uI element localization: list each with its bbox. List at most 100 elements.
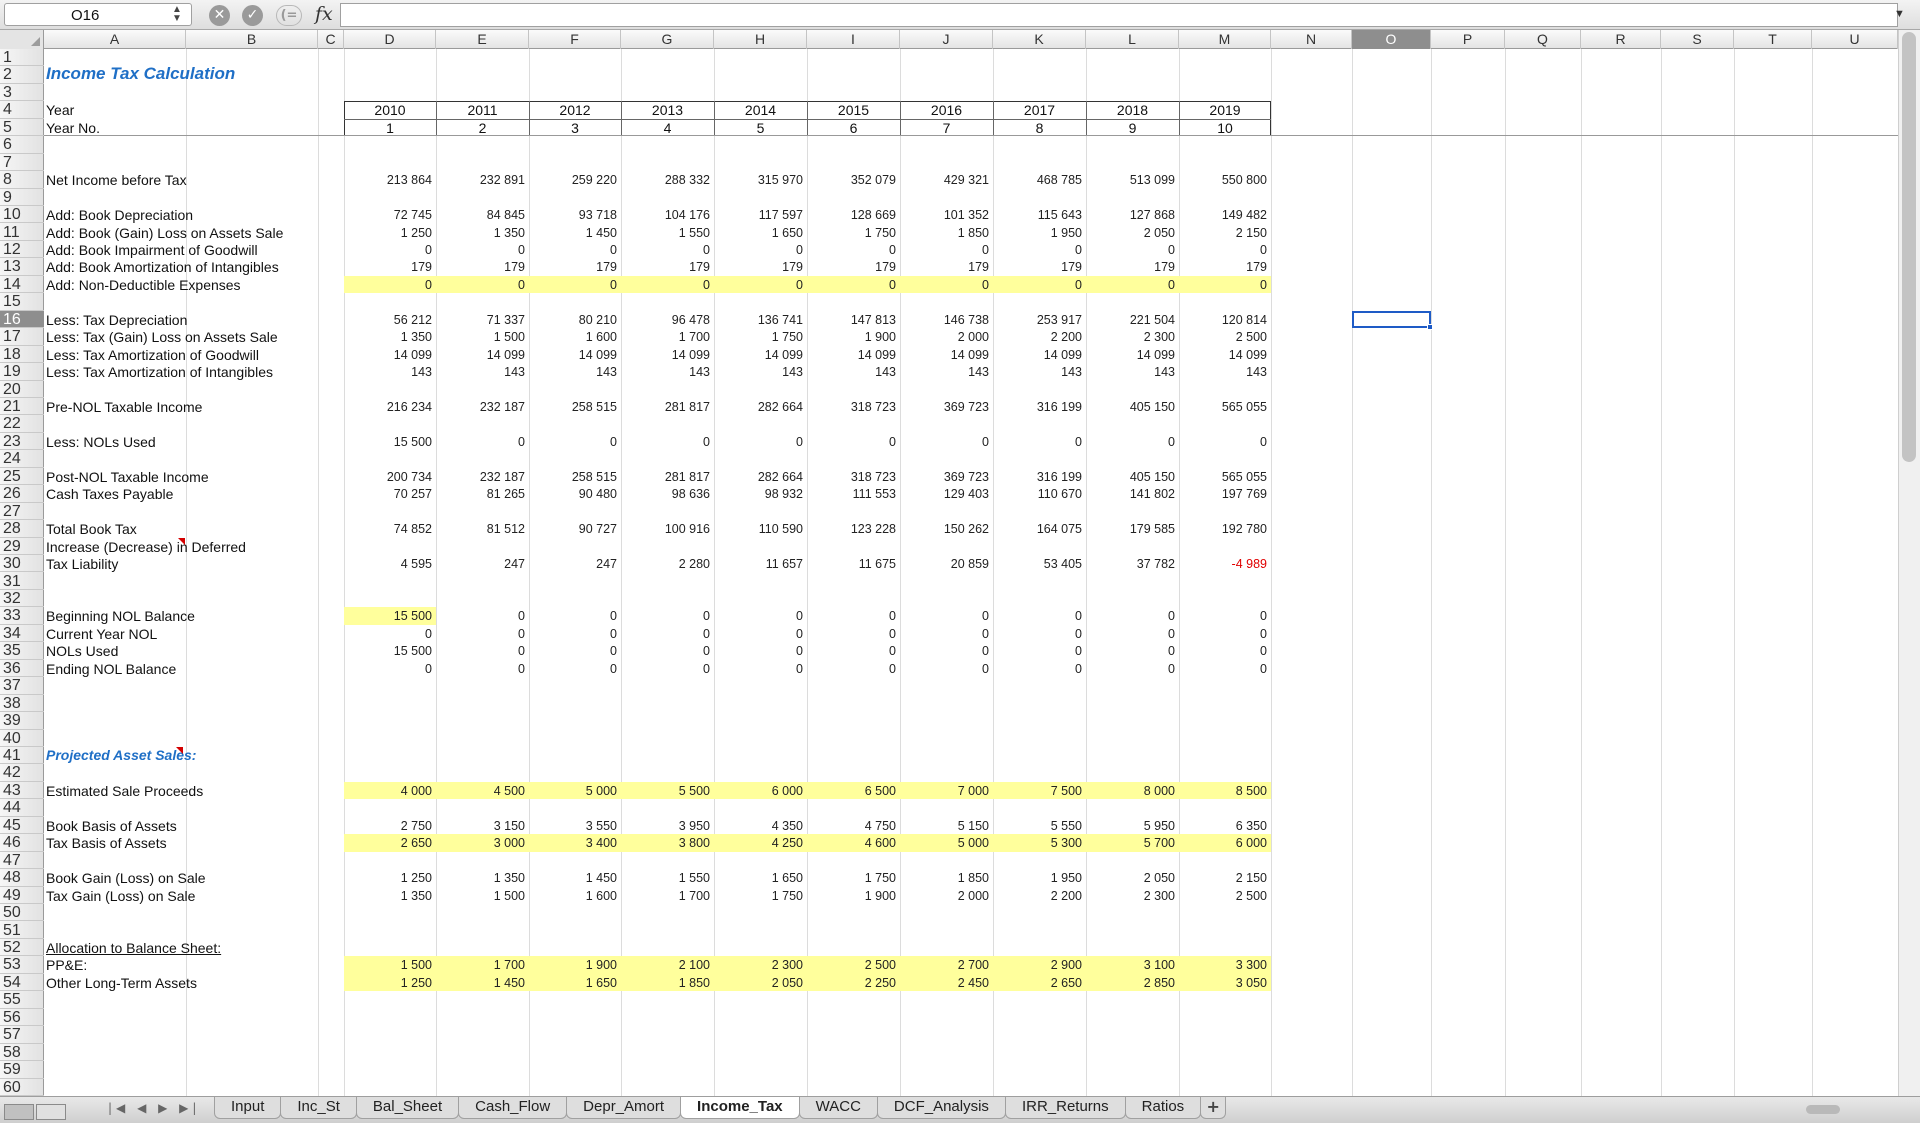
value-cell[interactable]: 2 200 bbox=[994, 889, 1082, 903]
value-cell[interactable]: 288 332 bbox=[622, 173, 710, 187]
value-cell[interactable]: 2 750 bbox=[344, 819, 432, 833]
column-header-f[interactable]: F bbox=[529, 30, 621, 49]
value-cell[interactable]: 70 257 bbox=[344, 487, 432, 501]
value-cell[interactable]: 253 917 bbox=[994, 313, 1082, 327]
value-cell[interactable]: 111 553 bbox=[808, 487, 896, 501]
value-cell[interactable]: 0 bbox=[1179, 435, 1267, 449]
value-cell[interactable]: 0 bbox=[994, 662, 1082, 676]
value-cell[interactable]: 0 bbox=[1087, 627, 1175, 641]
value-cell[interactable]: 0 bbox=[901, 609, 989, 623]
row-label[interactable]: Beginning NOL Balance bbox=[46, 608, 195, 624]
value-cell[interactable]: 8 000 bbox=[1087, 784, 1175, 798]
value-cell[interactable]: 0 bbox=[344, 243, 432, 257]
row-header-50[interactable]: 50 bbox=[0, 904, 44, 922]
value-cell[interactable]: 150 262 bbox=[901, 522, 989, 536]
year-cell[interactable]: 2012 bbox=[529, 102, 621, 118]
row-label[interactable]: Tax Gain (Loss) on Sale bbox=[46, 888, 195, 904]
fx-icon[interactable]: fx bbox=[315, 3, 333, 25]
value-cell[interactable]: 20 859 bbox=[901, 557, 989, 571]
value-cell[interactable]: 6 000 bbox=[715, 784, 803, 798]
value-cell[interactable]: 143 bbox=[808, 365, 896, 379]
value-cell[interactable]: 143 bbox=[437, 365, 525, 379]
row-header-42[interactable]: 42 bbox=[0, 764, 44, 782]
row-header-48[interactable]: 48 bbox=[0, 869, 44, 887]
value-cell[interactable]: 0 bbox=[901, 662, 989, 676]
column-header-l[interactable]: L bbox=[1086, 30, 1179, 49]
value-cell[interactable]: 0 bbox=[808, 435, 896, 449]
value-cell[interactable]: 0 bbox=[622, 627, 710, 641]
value-cell[interactable]: 565 055 bbox=[1179, 470, 1267, 484]
value-cell[interactable]: 1 900 bbox=[808, 330, 896, 344]
value-cell[interactable]: 149 482 bbox=[1179, 208, 1267, 222]
value-cell[interactable]: 0 bbox=[529, 243, 617, 257]
value-cell[interactable]: 0 bbox=[1087, 662, 1175, 676]
value-cell[interactable]: 1 650 bbox=[715, 871, 803, 885]
value-cell[interactable]: 0 bbox=[901, 627, 989, 641]
value-cell[interactable]: 0 bbox=[1087, 278, 1175, 292]
value-cell[interactable]: 5 000 bbox=[901, 836, 989, 850]
value-cell[interactable]: 232 891 bbox=[437, 173, 525, 187]
value-cell[interactable]: 0 bbox=[529, 662, 617, 676]
value-cell[interactable]: 0 bbox=[622, 243, 710, 257]
column-header-g[interactable]: G bbox=[621, 30, 714, 49]
column-header-m[interactable]: M bbox=[1179, 30, 1271, 49]
value-cell[interactable]: 0 bbox=[437, 627, 525, 641]
value-cell[interactable]: 0 bbox=[994, 627, 1082, 641]
value-cell[interactable]: 127 868 bbox=[1087, 208, 1175, 222]
value-cell[interactable]: 4 350 bbox=[715, 819, 803, 833]
year-no-cell[interactable]: 10 bbox=[1179, 120, 1271, 136]
value-cell[interactable]: 143 bbox=[344, 365, 432, 379]
value-cell[interactable]: 14 099 bbox=[808, 348, 896, 362]
value-cell[interactable]: 1 950 bbox=[994, 226, 1082, 240]
value-cell[interactable]: 123 228 bbox=[808, 522, 896, 536]
row-header-35[interactable]: 35 bbox=[0, 642, 44, 660]
page-layout-view-icon[interactable] bbox=[36, 1103, 66, 1120]
year-cell[interactable]: 2014 bbox=[714, 102, 807, 118]
row-header-32[interactable]: 32 bbox=[0, 590, 44, 608]
normal-view-icon[interactable] bbox=[4, 1103, 34, 1120]
value-cell[interactable]: 4 595 bbox=[344, 557, 432, 571]
value-cell[interactable]: 74 852 bbox=[344, 522, 432, 536]
tab-depr-amort[interactable]: Depr_Amort bbox=[566, 1097, 682, 1119]
row-header-44[interactable]: 44 bbox=[0, 799, 44, 817]
value-cell[interactable]: 318 723 bbox=[808, 400, 896, 414]
value-cell[interactable]: 179 bbox=[529, 260, 617, 274]
row-label[interactable]: Add: Non-Deductible Expenses bbox=[46, 277, 241, 293]
row-header-17[interactable]: 17 bbox=[0, 328, 44, 346]
vertical-scroll-thumb[interactable] bbox=[1902, 32, 1916, 462]
value-cell[interactable]: 1 750 bbox=[808, 226, 896, 240]
value-cell[interactable]: 4 500 bbox=[437, 784, 525, 798]
year-no-cell[interactable]: 1 bbox=[344, 120, 436, 136]
row-header-15[interactable]: 15 bbox=[0, 293, 44, 311]
value-cell[interactable]: 0 bbox=[1179, 627, 1267, 641]
value-cell[interactable]: 5 550 bbox=[994, 819, 1082, 833]
row-header-13[interactable]: 13 bbox=[0, 258, 44, 276]
value-cell[interactable]: 200 734 bbox=[344, 470, 432, 484]
value-cell[interactable]: 143 bbox=[994, 365, 1082, 379]
column-header-o[interactable]: O bbox=[1352, 30, 1431, 49]
name-box-stepper-icon[interactable]: ▲ ▼ bbox=[172, 5, 182, 24]
value-cell[interactable]: 3 100 bbox=[1087, 958, 1175, 972]
year-cell[interactable]: 2010 bbox=[344, 102, 436, 118]
value-cell[interactable]: 1 650 bbox=[715, 226, 803, 240]
value-cell[interactable]: 1 850 bbox=[901, 871, 989, 885]
value-cell[interactable]: 2 500 bbox=[1179, 889, 1267, 903]
chevron-down-icon[interactable]: ▼ bbox=[1894, 8, 1905, 20]
value-cell[interactable]: 3 150 bbox=[437, 819, 525, 833]
value-cell[interactable]: 3 050 bbox=[1179, 976, 1267, 990]
row-label[interactable]: Book Basis of Assets bbox=[46, 818, 177, 834]
value-cell[interactable]: 259 220 bbox=[529, 173, 617, 187]
value-cell[interactable]: 192 780 bbox=[1179, 522, 1267, 536]
row-label[interactable]: Tax Basis of Assets bbox=[46, 835, 167, 851]
value-cell[interactable]: 136 741 bbox=[715, 313, 803, 327]
value-cell[interactable]: 0 bbox=[1179, 644, 1267, 658]
row-header-55[interactable]: 55 bbox=[0, 991, 44, 1009]
value-cell[interactable]: 110 670 bbox=[994, 487, 1082, 501]
row-header-16[interactable]: 16 bbox=[0, 310, 44, 329]
year-no-cell[interactable]: 8 bbox=[993, 120, 1086, 136]
cell-area[interactable]: Income Tax Calculation Year Year No. 2010 20… bbox=[44, 49, 1898, 1096]
value-cell[interactable]: 232 187 bbox=[437, 470, 525, 484]
value-cell[interactable]: 2 150 bbox=[1179, 871, 1267, 885]
row-header-14[interactable]: 14 bbox=[0, 276, 44, 294]
value-cell[interactable]: 0 bbox=[715, 662, 803, 676]
